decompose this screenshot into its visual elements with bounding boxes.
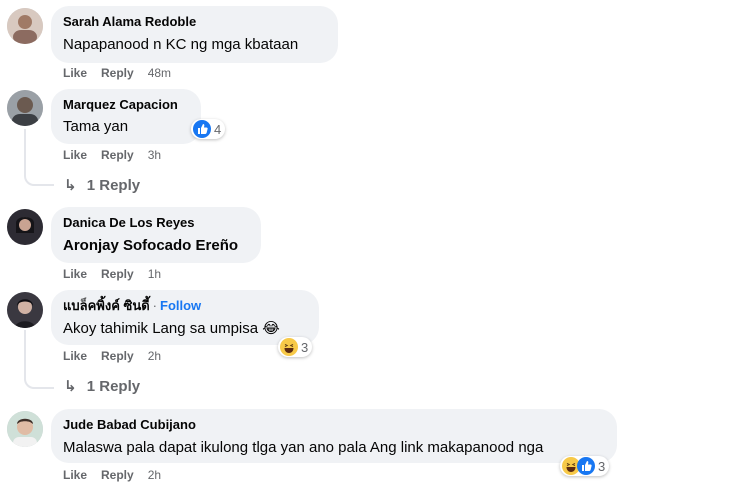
author-name[interactable]: Sarah Alama Redoble: [63, 13, 326, 30]
reaction-count: 4: [214, 121, 222, 137]
follow-button[interactable]: Follow: [160, 298, 201, 313]
reaction-summary[interactable]: 3: [560, 456, 610, 476]
view-replies-link[interactable]: ↳ 1 Reply: [64, 176, 140, 194]
author-name[interactable]: แบล็คพิ้งค์ ซินดี้: [63, 298, 150, 313]
timestamp[interactable]: 1h: [148, 267, 161, 281]
comment-bubble: Marquez Capacion Tama yan: [51, 89, 201, 144]
comment-actions: Like Reply 48m: [63, 66, 185, 80]
timestamp[interactable]: 48m: [148, 66, 171, 80]
comment-bubble: Jude Babad Cubijano Malaswa pala dapat i…: [51, 409, 617, 463]
like-reaction-icon: [193, 120, 211, 138]
author-name[interactable]: Danica De Los Reyes: [63, 214, 249, 231]
comment-bubble: Sarah Alama Redoble Napapanood n KC ng m…: [51, 6, 338, 63]
timestamp[interactable]: 2h: [148, 468, 161, 482]
reaction-summary[interactable]: 4: [191, 119, 226, 139]
separator-dot: ·: [152, 298, 158, 313]
reply-button[interactable]: Reply: [101, 349, 134, 363]
avatar[interactable]: [7, 8, 43, 44]
like-reaction-icon: [577, 457, 595, 475]
avatar[interactable]: [7, 209, 43, 245]
comment-bubble: แบล็คพิ้งค์ ซินดี้ · Follow Akoy tahimik L…: [51, 290, 319, 345]
comment-bubble: Danica De Los Reyes Aronjay Sofocado Ere…: [51, 207, 261, 263]
mentioned-user-link[interactable]: Aronjay Sofocado Ereño: [63, 236, 249, 256]
reply-arrow-icon: ↳: [64, 177, 77, 194]
comment-actions: Like Reply 2h: [63, 349, 175, 363]
reply-button[interactable]: Reply: [101, 468, 134, 482]
comment-text: Akoy tahimik Lang sa umpisa 😂: [63, 320, 280, 337]
like-button[interactable]: Like: [63, 267, 87, 281]
comment-text: Tama yan: [63, 118, 129, 135]
reply-button[interactable]: Reply: [101, 148, 134, 162]
timestamp[interactable]: 2h: [148, 349, 161, 363]
view-replies-link[interactable]: ↳ 1 Reply: [64, 377, 140, 395]
comment-text: Napapanood n KC ng mga kbataan: [63, 36, 299, 53]
reaction-count: 3: [598, 458, 606, 474]
avatar[interactable]: [7, 90, 43, 126]
avatar[interactable]: [7, 411, 43, 447]
like-button[interactable]: Like: [63, 148, 87, 162]
author-name[interactable]: Jude Babad Cubijano: [63, 416, 605, 433]
reaction-summary[interactable]: 3: [278, 337, 313, 357]
comment-actions: Like Reply 3h: [63, 148, 175, 162]
timestamp[interactable]: 3h: [148, 148, 161, 162]
comment-actions: Like Reply 1h: [63, 267, 175, 281]
thread-connector: [24, 129, 54, 186]
thread-connector: [24, 330, 54, 389]
reaction-count: 3: [301, 339, 309, 355]
author-name[interactable]: Marquez Capacion: [63, 96, 189, 113]
comment-text: Malaswa pala dapat ikulong tlga yan ano …: [63, 439, 544, 456]
reply-arrow-icon: ↳: [64, 378, 77, 395]
comment-header: แบล็คพิ้งค์ ซินดี้ · Follow: [63, 297, 307, 314]
like-button[interactable]: Like: [63, 349, 87, 363]
like-button[interactable]: Like: [63, 468, 87, 482]
reply-button[interactable]: Reply: [101, 267, 134, 281]
avatar[interactable]: [7, 292, 43, 328]
like-button[interactable]: Like: [63, 66, 87, 80]
reply-button[interactable]: Reply: [101, 66, 134, 80]
haha-reaction-icon: [280, 338, 298, 356]
comment-actions: Like Reply 2h: [63, 468, 175, 482]
